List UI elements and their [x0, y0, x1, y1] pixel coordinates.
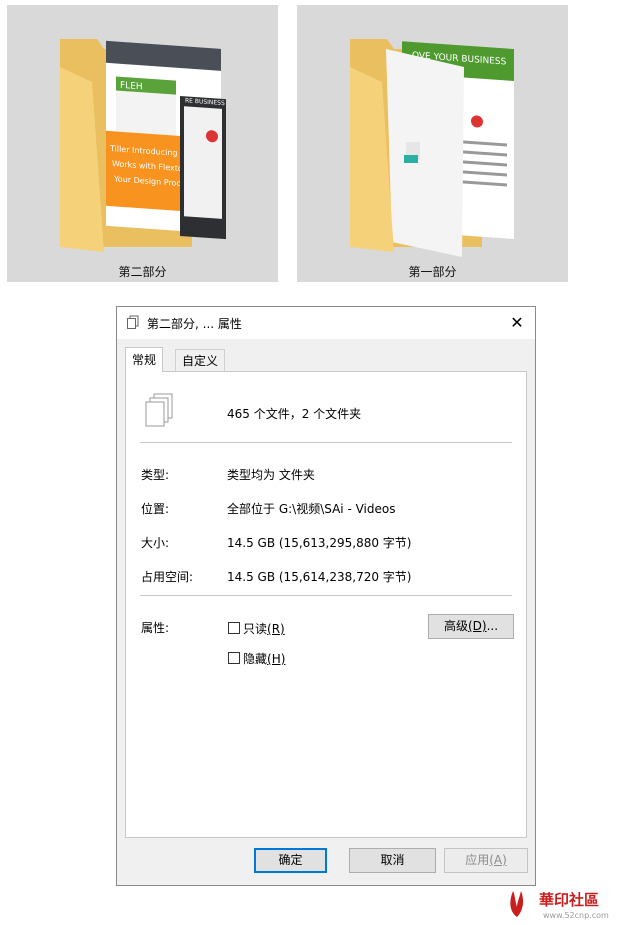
- readonly-checkbox[interactable]: [228, 622, 240, 634]
- type-value: 类型均为 文件夹: [227, 468, 315, 482]
- size-label: 大小:: [141, 536, 170, 550]
- attributes-label: 属性:: [141, 621, 170, 635]
- folder-label: 第二部分: [118, 265, 167, 279]
- svg-text:華印社區: 華印社區: [539, 891, 599, 909]
- location-value: 全部位于 G:\视频\SAi - Videos: [227, 502, 396, 516]
- type-label: 类型:: [141, 468, 170, 482]
- folder-tile-part2[interactable]: FLEH Tiller Introducing Solid Works with…: [7, 5, 278, 282]
- title-bar[interactable]: 第二部分, ... 属性 ✕: [117, 307, 535, 339]
- general-panel: 465 个文件，2 个文件夹 类型: 类型均为 文件夹 位置: 全部位于 G:\…: [125, 371, 527, 838]
- folder-preview-icon: OVE YOUR BUSINESS: [350, 39, 514, 257]
- tab-custom[interactable]: 自定义: [175, 349, 226, 371]
- properties-dialog: 第二部分, ... 属性 ✕ 常规 自定义 465 个文件，2 个文件夹 类型:…: [116, 306, 536, 886]
- location-label: 位置:: [141, 502, 170, 516]
- folder-tile-part1[interactable]: OVE YOUR BUSINESS 第一部分: [297, 5, 568, 282]
- watermark-logo: 華印社區 www.52cnp.com: [505, 885, 633, 922]
- svg-text:FLEH: FLEH: [120, 81, 143, 93]
- divider: [140, 442, 512, 443]
- apply-button[interactable]: 应用(A): [444, 848, 528, 873]
- hidden-label[interactable]: 隐藏(H): [243, 650, 285, 667]
- folder-label: 第一部分: [408, 265, 457, 279]
- ok-button[interactable]: 确定: [254, 848, 327, 873]
- readonly-label[interactable]: 只读(R): [243, 620, 285, 637]
- close-icon[interactable]: ✕: [505, 311, 529, 335]
- folder-preview-icon: FLEH Tiller Introducing Solid Works with…: [60, 39, 226, 252]
- dialog-title: 第二部分, ... 属性: [147, 317, 242, 331]
- summary-text: 465 个文件，2 个文件夹: [227, 407, 362, 421]
- svg-text:www.52cnp.com: www.52cnp.com: [543, 911, 609, 920]
- size-on-disk-value: 14.5 GB (15,614,238,720 字节): [227, 570, 412, 584]
- tab-general[interactable]: 常规: [125, 347, 164, 372]
- advanced-button[interactable]: 高级(D)...: [428, 614, 514, 639]
- multi-file-icon: [126, 315, 140, 332]
- cancel-button[interactable]: 取消: [349, 848, 436, 873]
- size-value: 14.5 GB (15,613,295,880 字节): [227, 536, 412, 550]
- files-stack-icon: [144, 392, 176, 431]
- hidden-checkbox[interactable]: [228, 652, 240, 664]
- divider: [140, 595, 512, 596]
- size-on-disk-label: 占用空间:: [141, 570, 194, 584]
